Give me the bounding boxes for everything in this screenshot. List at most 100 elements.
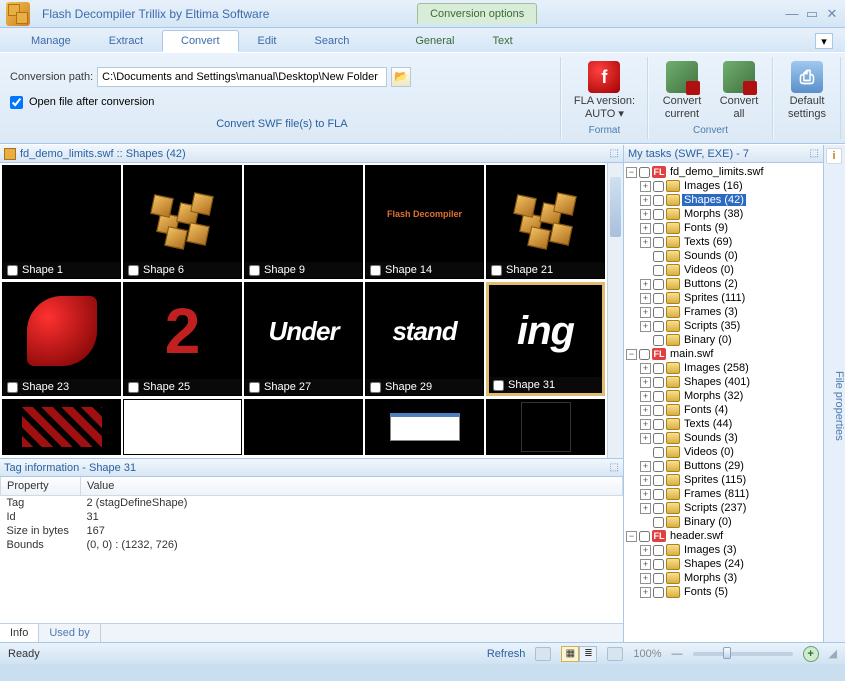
open-after-checkbox-row[interactable]: Open file after conversion [10,96,554,109]
menu-extract[interactable]: Extract [90,30,162,52]
thumbnail-checkbox[interactable] [491,265,502,276]
expand-icon[interactable]: + [640,209,651,220]
expand-icon[interactable]: + [640,545,651,556]
tree-category[interactable]: +Morphs (32) [626,389,821,403]
pin-icon[interactable]: ⬚ [610,462,619,473]
expand-icon[interactable]: + [640,503,651,514]
tree-checkbox[interactable] [653,433,664,444]
minimize-button[interactable]: — [785,7,799,21]
tree-category[interactable]: +Sounds (3) [626,431,821,445]
expand-icon[interactable]: + [640,559,651,570]
tree-checkbox[interactable] [653,475,664,486]
tree-category[interactable]: +Shapes (42) [626,193,821,207]
tree-category[interactable]: Sounds (0) [626,249,821,263]
tree-checkbox[interactable] [653,503,664,514]
tree-checkbox[interactable] [653,587,664,598]
tree-checkbox[interactable] [653,489,664,500]
maximize-button[interactable]: ▭ [805,7,819,21]
expand-icon[interactable]: + [640,237,651,248]
tag-tab-info[interactable]: Info [0,624,39,642]
expand-icon[interactable]: − [626,167,637,178]
tasks-tree[interactable]: −FLfd_demo_limits.swf+Images (16)+Shapes… [624,163,823,642]
zoom-slider[interactable] [693,652,793,656]
view-mode-thumbs[interactable]: ▦ [561,646,579,662]
convert-current-button[interactable]: Convertcurrent [655,59,709,122]
tree-checkbox[interactable] [653,321,664,332]
tree-category[interactable]: +Texts (69) [626,235,821,249]
tree-category[interactable]: +Images (3) [626,543,821,557]
pin-icon[interactable]: ⬚ [610,148,619,159]
thumbnail-checkbox[interactable] [370,265,381,276]
expand-icon[interactable]: + [640,573,651,584]
expand-icon[interactable]: + [640,419,651,430]
expand-icon[interactable] [640,335,651,346]
tree-checkbox[interactable] [653,363,664,374]
tree-file[interactable]: −FLheader.swf [626,529,821,543]
thumbnail[interactable] [365,399,484,455]
expand-icon[interactable]: + [640,391,651,402]
expand-icon[interactable]: + [640,279,651,290]
tree-checkbox[interactable] [653,545,664,556]
tree-checkbox[interactable] [639,531,650,542]
thumbnail-checkbox[interactable] [249,265,260,276]
tree-category[interactable]: +Scripts (237) [626,501,821,515]
thumbnail-checkbox[interactable] [249,382,260,393]
tree-category[interactable]: +Fonts (4) [626,403,821,417]
submenu-general[interactable]: General [396,30,473,52]
tree-category[interactable]: +Buttons (29) [626,459,821,473]
tree-checkbox[interactable] [653,335,664,346]
thumbnail-checkbox[interactable] [370,382,381,393]
thumbnail[interactable] [123,399,242,455]
tree-checkbox[interactable] [653,195,664,206]
thumbnail[interactable]: UnderShape 27 [244,282,363,396]
expand-icon[interactable]: + [640,433,651,444]
expand-icon[interactable]: + [640,181,651,192]
tree-checkbox[interactable] [653,419,664,430]
tree-category[interactable]: +Sprites (115) [626,473,821,487]
tree-checkbox[interactable] [653,265,664,276]
browse-folder-button[interactable]: 📂 [391,67,411,87]
expand-icon[interactable] [640,447,651,458]
thumbnail[interactable]: Shape 21 [486,165,605,279]
menu-search[interactable]: Search [296,30,369,52]
thumbnail-checkbox[interactable] [128,382,139,393]
menu-convert[interactable]: Convert [162,30,239,52]
tree-checkbox[interactable] [639,167,650,178]
menu-edit[interactable]: Edit [239,30,296,52]
tree-checkbox[interactable] [653,279,664,290]
expand-icon[interactable]: + [640,405,651,416]
tree-checkbox[interactable] [653,447,664,458]
submenu-text[interactable]: Text [474,30,532,52]
thumbnail[interactable]: 2Shape 25 [123,282,242,396]
tree-checkbox[interactable] [653,181,664,192]
default-settings-button[interactable]: ⎙ Defaultsettings [780,59,834,122]
tree-category[interactable]: +Shapes (401) [626,375,821,389]
tree-category[interactable]: +Frames (811) [626,487,821,501]
tree-checkbox[interactable] [653,517,664,528]
tree-category[interactable]: +Scripts (35) [626,319,821,333]
thumbnail[interactable]: Shape 6 [123,165,242,279]
expand-icon[interactable]: + [640,461,651,472]
expand-icon[interactable]: + [640,377,651,388]
thumbnail-checkbox[interactable] [493,380,504,391]
view-mode-list[interactable]: ≣ [579,646,597,662]
tree-category[interactable]: +Buttons (2) [626,277,821,291]
thumbnail[interactable]: ingShape 31 [486,282,605,396]
fla-version-button[interactable]: f FLA version:AUTO ▾ [568,59,641,122]
tree-checkbox[interactable] [653,391,664,402]
expand-icon[interactable]: + [640,489,651,500]
tree-checkbox[interactable] [653,209,664,220]
thumbnail-checkbox[interactable] [7,382,18,393]
tree-file[interactable]: −FLfd_demo_limits.swf [626,165,821,179]
tag-tab-used-by[interactable]: Used by [39,624,100,642]
tree-checkbox[interactable] [653,461,664,472]
tree-checkbox[interactable] [653,559,664,570]
tree-category[interactable]: +Frames (3) [626,305,821,319]
tree-category[interactable]: +Morphs (3) [626,571,821,585]
thumbnail[interactable]: Flash DecompilerShape 14 [365,165,484,279]
tree-checkbox[interactable] [653,405,664,416]
expand-icon[interactable]: + [640,195,651,206]
tree-checkbox[interactable] [653,573,664,584]
thumbnail-checkbox[interactable] [7,265,18,276]
toolbar-toggle-icon[interactable]: ▾ [815,33,833,49]
